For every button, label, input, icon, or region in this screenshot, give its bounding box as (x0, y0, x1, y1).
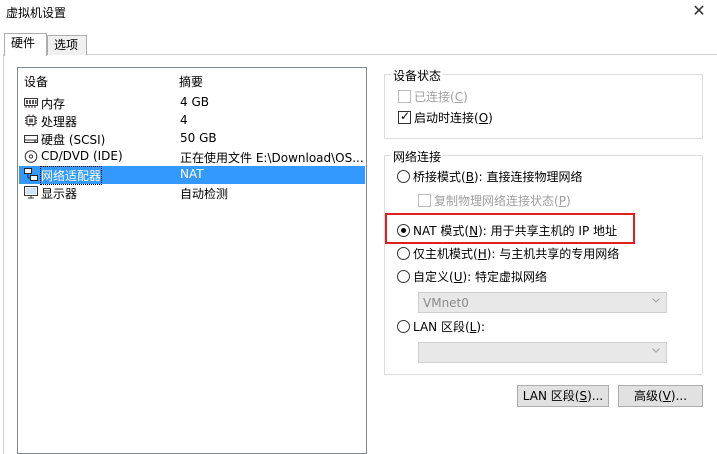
cpu-icon (25, 114, 37, 127)
advanced-button[interactable]: 高级(V)... (618, 385, 703, 407)
device-summary: 50 GB (180, 131, 217, 145)
connected-label[interactable]: 已连接(C) (414, 88, 468, 105)
bridged-radio[interactable] (397, 170, 410, 183)
monitor-icon (24, 186, 38, 199)
tab-hardware[interactable]: 硬件 (4, 33, 47, 56)
hard-disk-icon (24, 135, 38, 143)
tab-options[interactable]: 选项 (47, 35, 87, 55)
device-summary: 正在使用文件 E:\Download\OS... (180, 151, 364, 165)
device-name: 内存 (41, 97, 66, 111)
host-only-radio[interactable] (397, 247, 410, 260)
connect-at-power-on-checkbox[interactable]: ✓ (398, 109, 411, 124)
device-row-display[interactable]: 显示器 自动检测 (19, 184, 365, 202)
memory-icon (24, 98, 38, 108)
nat-label[interactable]: NAT 模式(N): 用于共享主机的 IP 地址 (413, 222, 617, 239)
connect-at-power-on-label[interactable]: 启动时连接(O) (414, 109, 493, 126)
device-column-header[interactable]: 设备 (24, 73, 48, 90)
network-connection-title: 网络连接 (391, 148, 444, 165)
network-adapter-icon (24, 168, 38, 181)
custom-network-select[interactable]: VMnet0 (418, 292, 667, 313)
device-row-cd-dvd[interactable]: CD/DVD (IDE) 正在使用文件 E:\Download\OS... (19, 148, 365, 166)
nat-radio[interactable] (397, 224, 410, 237)
checkmark-icon: ✓ (400, 109, 411, 123)
device-summary: 4 GB (180, 95, 209, 109)
device-status-title: 设备状态 (391, 67, 444, 84)
tab-strip: 硬件 选项 (0, 33, 717, 56)
window-title: 虚拟机设置 (6, 6, 67, 20)
device-row-network-adapter[interactable]: 网络适配器 NAT (19, 166, 365, 185)
tab-hardware-label: 硬件 (11, 36, 36, 50)
device-summary: 自动检测 (180, 187, 229, 201)
radio-selected-dot (401, 228, 406, 233)
chevron-down-icon (652, 348, 660, 353)
device-name: 处理器 (41, 115, 78, 129)
replicate-state-checkbox[interactable] (418, 194, 431, 207)
summary-column-header[interactable]: 摘要 (179, 73, 203, 90)
vm-settings-window: 虚拟机设置 ✕ 硬件 选项 设备 摘要 内存 4 GB 处理器 4 硬盘 (SC… (0, 0, 717, 454)
tab-options-label: 选项 (54, 38, 79, 52)
device-row-processor[interactable]: 处理器 4 (19, 112, 365, 130)
device-name: CD/DVD (IDE) (41, 149, 123, 163)
device-name: 网络适配器 (39, 166, 103, 185)
custom-network-value: VMnet0 (423, 296, 469, 310)
lan-segment-label[interactable]: LAN 区段(L): (413, 318, 485, 335)
lan-segment-select[interactable] (418, 342, 667, 363)
replicate-state-label[interactable]: 复制物理网络连接状态(P) (434, 192, 571, 209)
device-summary: NAT (180, 167, 204, 181)
title-bar: 虚拟机设置 ✕ (0, 0, 717, 26)
device-name: 显示器 (41, 187, 78, 201)
host-only-label[interactable]: 仅主机模式(H): 与主机共享的专用网络 (413, 245, 619, 262)
device-list[interactable]: 设备 摘要 内存 4 GB 处理器 4 硬盘 (SCSI) 50 GB CD/D… (17, 67, 367, 454)
device-status-group: 设备状态 (384, 67, 703, 139)
lan-segment-radio[interactable] (397, 320, 410, 333)
device-row-hard-disk[interactable]: 硬盘 (SCSI) 50 GB (19, 130, 365, 148)
custom-radio[interactable] (397, 270, 410, 283)
connected-checkbox[interactable] (398, 90, 411, 103)
device-row-memory[interactable]: 内存 4 GB (19, 94, 365, 112)
lan-segments-button[interactable]: LAN 区段(S)... (517, 385, 609, 407)
cd-dvd-icon (24, 150, 38, 163)
device-name: 硬盘 (SCSI) (41, 133, 106, 147)
chevron-down-icon (652, 298, 660, 303)
bridged-label[interactable]: 桥接模式(B): 直接连接物理网络 (413, 168, 582, 185)
close-icon[interactable]: ✕ (689, 0, 709, 22)
custom-label[interactable]: 自定义(U): 特定虚拟网络 (413, 268, 547, 285)
device-summary: 4 (180, 113, 188, 127)
